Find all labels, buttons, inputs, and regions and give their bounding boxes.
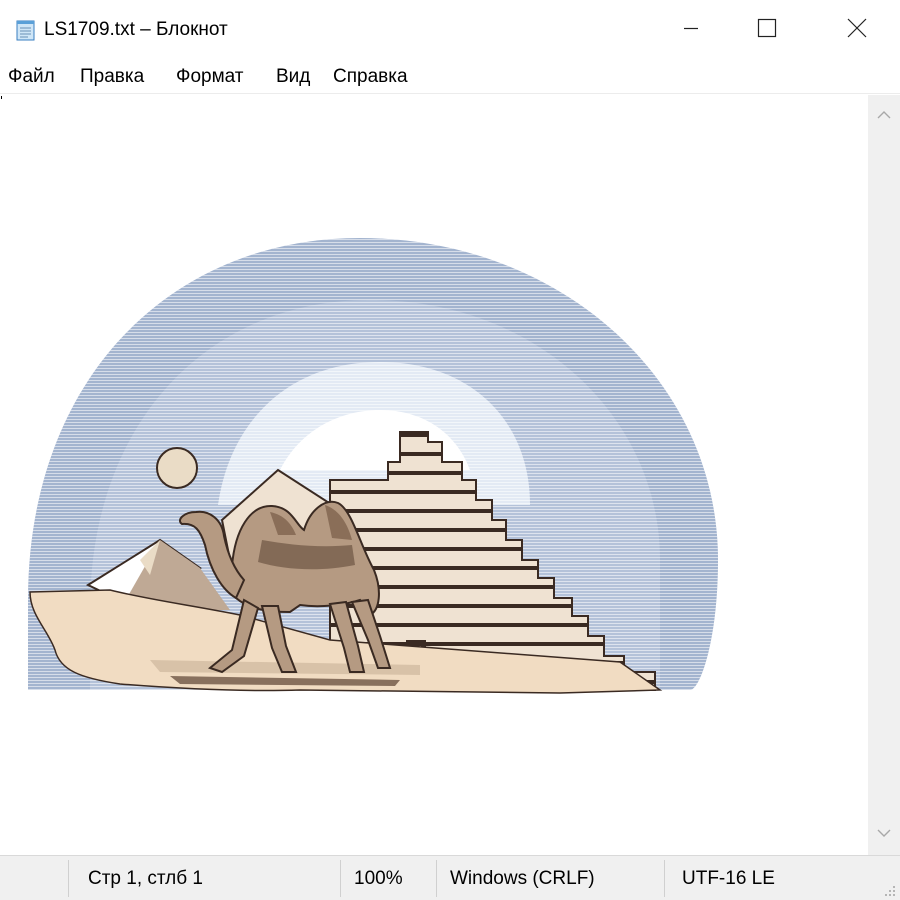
chevron-up-icon: [877, 106, 891, 124]
close-icon: [847, 18, 867, 43]
text-area[interactable]: [0, 95, 868, 855]
minimize-button[interactable]: [660, 0, 722, 60]
scroll-up-button[interactable]: [868, 95, 900, 135]
resize-grip-icon[interactable]: [884, 884, 896, 896]
status-divider: [436, 860, 437, 897]
window-title: LS1709.txt – Блокнот: [44, 19, 228, 40]
status-divider: [340, 860, 341, 897]
menu-format[interactable]: Формат: [176, 65, 244, 89]
maximize-icon: [757, 18, 777, 43]
close-button[interactable]: [826, 0, 888, 60]
menu-bar: Файл Правка Формат Вид Справка: [0, 60, 900, 94]
menu-help[interactable]: Справка: [333, 65, 408, 89]
maximize-button[interactable]: [736, 0, 798, 60]
status-encoding: UTF-16 LE: [682, 868, 775, 889]
menu-file[interactable]: Файл: [8, 65, 55, 89]
ascii-art-picture: [28, 238, 718, 694]
status-line-endings: Windows (CRLF): [450, 868, 595, 889]
sun: [156, 447, 198, 489]
menu-edit[interactable]: Правка: [80, 65, 144, 89]
title-bar[interactable]: LS1709.txt – Блокнот: [0, 0, 900, 60]
menu-view[interactable]: Вид: [276, 65, 310, 89]
scroll-down-button[interactable]: [868, 815, 900, 855]
notepad-icon: [14, 18, 38, 42]
status-divider: [664, 860, 665, 897]
status-zoom: 100%: [354, 868, 403, 889]
status-cursor-position: Стр 1, стлб 1: [88, 868, 203, 889]
chevron-down-icon: [877, 826, 891, 844]
status-divider: [68, 860, 69, 897]
vertical-scrollbar[interactable]: [868, 95, 900, 855]
minimize-icon: [683, 20, 699, 41]
status-bar: Стр 1, стлб 1 100% Windows (CRLF) UTF-16…: [0, 855, 900, 900]
